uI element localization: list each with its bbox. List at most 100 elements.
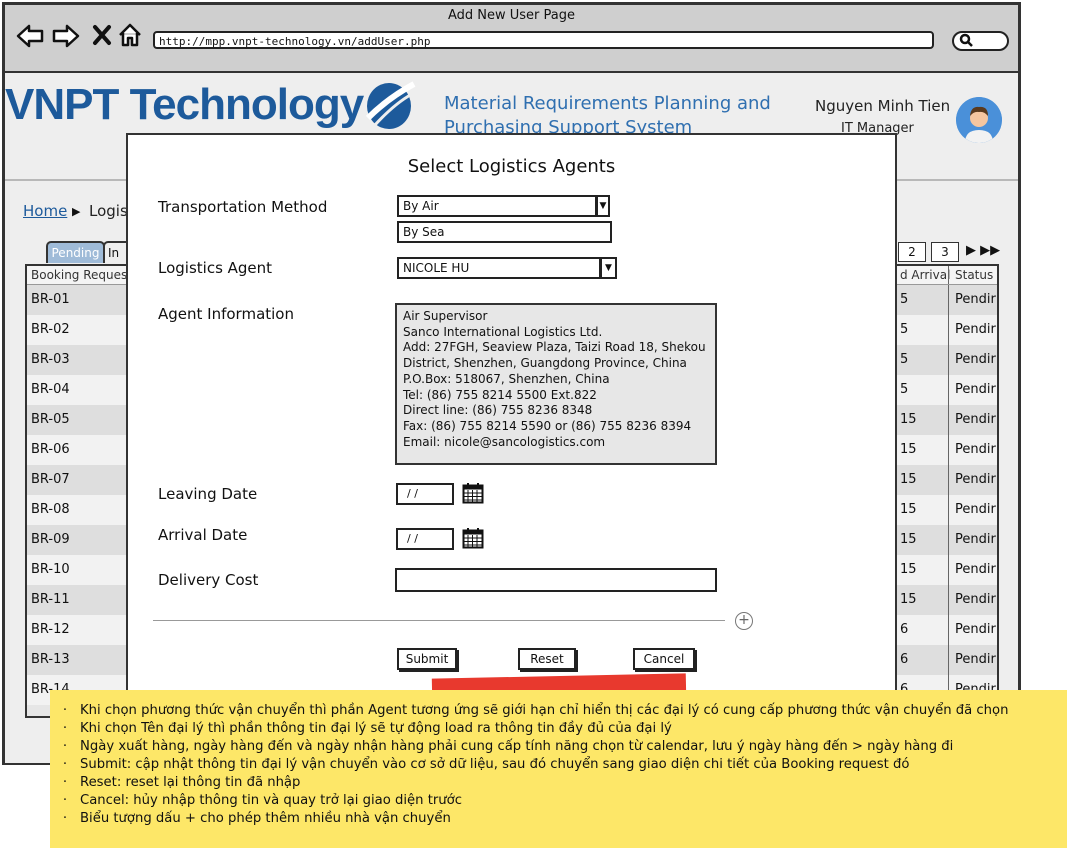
note-item: Ngày xuất hàng, ngày hàng đến và ngày nh… [80, 738, 1008, 756]
delivery-cost-input[interactable] [395, 568, 717, 592]
table-row[interactable]: 5 Pendir [896, 345, 997, 375]
table-row[interactable]: BR-13 [27, 645, 130, 675]
page-next-icon[interactable]: ▶ ▶▶ [966, 243, 1000, 258]
window-title: Add New User Page [447, 8, 576, 23]
modal-divider [153, 620, 725, 621]
column-header-arrival: d Arrival [900, 268, 951, 282]
delivery-cost-label: Delivery Cost [158, 571, 259, 589]
company-logo: VNPT Technology [5, 80, 364, 129]
arrival-cell: 15 [900, 442, 917, 457]
arrival-cell: 15 [900, 412, 917, 427]
table-row[interactable]: BR-05 [27, 405, 130, 435]
status-cell: Pendir [948, 435, 997, 465]
table-row[interactable]: 6 Pendir [896, 645, 997, 675]
status-cell: Pendir [948, 405, 997, 435]
table-row[interactable]: 15 Pendir [896, 525, 997, 555]
agent-info-line: Add: 27FGH, Seaview Plaza, Taizi Road 18… [403, 340, 706, 355]
arrival-cell: 5 [900, 382, 909, 397]
table-row[interactable]: 15 Pendir [896, 585, 997, 615]
agent-info-box: Air Supervisor Sanco International Logis… [395, 303, 717, 465]
table-row[interactable]: 5 Pendir [896, 315, 997, 345]
logistics-agent-select[interactable]: NICOLE HU [397, 257, 601, 279]
user-name: Nguyen Minh Tien [815, 97, 951, 115]
status-cell: Pendir [948, 285, 997, 315]
transport-option-by-sea[interactable]: By Sea [397, 221, 612, 243]
status-cell: Pendir [948, 375, 997, 405]
close-icon[interactable] [92, 24, 112, 51]
page-button-3[interactable]: 3 [931, 242, 959, 262]
annotation-note: Khi chọn phương thức vận chuyển thì phần… [50, 690, 1067, 848]
arrival-cell: 6 [900, 622, 909, 637]
leaving-date-input[interactable]: / / [396, 483, 454, 505]
table-row[interactable]: BR-12 [27, 615, 130, 645]
calendar-icon[interactable] [462, 527, 484, 549]
arrival-cell: 5 [900, 292, 909, 307]
agent-info-line: Direct line: (86) 755 8236 8348 [403, 403, 593, 418]
booking-rows: BR-01 BR-02 BR-03 BR-04 BR-05 BR-06 BR-07 BR-08… [27, 285, 130, 705]
status-cell: Pendir [948, 315, 997, 345]
status-cell: Pendir [948, 495, 997, 525]
breadcrumb-home-link[interactable]: Home [23, 202, 67, 220]
table-row[interactable]: BR-07 [27, 465, 130, 495]
home-icon[interactable] [117, 22, 143, 53]
arrival-cell: 5 [900, 322, 909, 337]
table-row[interactable]: BR-03 [27, 345, 130, 375]
table-row[interactable]: BR-04 [27, 375, 130, 405]
agent-info-line: Email: nicole@sancologistics.com [403, 434, 606, 449]
table-row[interactable]: 5 Pendir [896, 285, 997, 315]
table-row[interactable]: 15 Pendir [896, 405, 997, 435]
transport-method-select[interactable]: By Air [397, 195, 597, 217]
table-row[interactable]: 15 Pendir [896, 465, 997, 495]
table-row[interactable]: 6 Pendir [896, 615, 997, 645]
table-row[interactable]: BR-06 [27, 435, 130, 465]
url-bar[interactable]: http://mpp.vnpt-technology.vn/addUser.ph… [153, 31, 934, 49]
chevron-down-icon[interactable]: ▼ [596, 195, 610, 217]
arrival-cell: 15 [900, 472, 917, 487]
chevron-down-icon[interactable]: ▼ [600, 257, 617, 279]
table-row[interactable]: 15 Pendir [896, 495, 997, 525]
table-row[interactable]: BR-10 [27, 555, 130, 585]
arrival-date-input[interactable]: / / [396, 528, 454, 550]
note-item: Submit: cập nhật thông tin đại lý vận ch… [80, 756, 1008, 774]
calendar-icon[interactable] [462, 482, 484, 504]
column-headers-right: d Arrival Status [896, 266, 997, 285]
back-arrow-icon[interactable] [16, 23, 44, 54]
tab-pending[interactable]: Pending [46, 241, 105, 263]
table-row[interactable]: BR-11 [27, 585, 130, 615]
page-button-2[interactable]: 2 [898, 242, 926, 262]
add-icon[interactable]: + [735, 612, 753, 630]
arrival-date-label: Arrival Date [158, 526, 248, 544]
user-avatar-icon[interactable] [956, 97, 1002, 143]
status-cell: Pendir [948, 645, 997, 675]
table-row[interactable]: BR-08 [27, 495, 130, 525]
reset-button[interactable]: Reset [518, 648, 576, 670]
forward-arrow-icon[interactable] [52, 23, 80, 54]
cancel-button[interactable]: Cancel [633, 648, 695, 670]
agent-info-line: Tel: (86) 755 8214 5500 Ext.822 [403, 387, 597, 402]
breadcrumb-arrow-icon: ▶ [72, 205, 81, 218]
search-icon[interactable] [959, 33, 973, 50]
arrival-cell: 15 [900, 592, 917, 607]
agent-info-line: Air Supervisor [403, 309, 488, 323]
modal-title: Select Logistics Agents [407, 156, 616, 177]
table-row[interactable]: 15 Pendir [896, 435, 997, 465]
agent-info-line: P.O.Box: 518067, Shenzhen, China [403, 371, 610, 386]
logo-globe-icon [360, 78, 418, 134]
submit-button[interactable]: Submit [397, 648, 457, 670]
table-row[interactable]: BR-09 [27, 525, 130, 555]
agent-info-line: Fax: (86) 755 8214 5590 or (86) 755 8236… [403, 418, 692, 433]
note-item: Cancel: hủy nhập thông tin và quay trở l… [80, 792, 1008, 810]
status-cell: Pendir [948, 555, 997, 585]
table-row[interactable]: 15 Pendir [896, 555, 997, 585]
logistics-agent-label: Logistics Agent [158, 259, 273, 277]
status-cell: Pendir [948, 465, 997, 495]
status-cell: Pendir [948, 615, 997, 645]
table-row[interactable]: BR-01 [27, 285, 130, 315]
status-cell: Pendir [948, 585, 997, 615]
agent-info-line: District, Shenzhen, Guangdong Province, … [403, 356, 687, 371]
booking-rows-right: 5 Pendir 5 Pendir 5 Pendir 5 Pendir 15 Pendir 15 Pe… [896, 285, 997, 705]
status-cell: Pendir [948, 345, 997, 375]
table-row[interactable]: 5 Pendir [896, 375, 997, 405]
table-row[interactable]: BR-02 [27, 315, 130, 345]
arrival-cell: 15 [900, 562, 917, 577]
